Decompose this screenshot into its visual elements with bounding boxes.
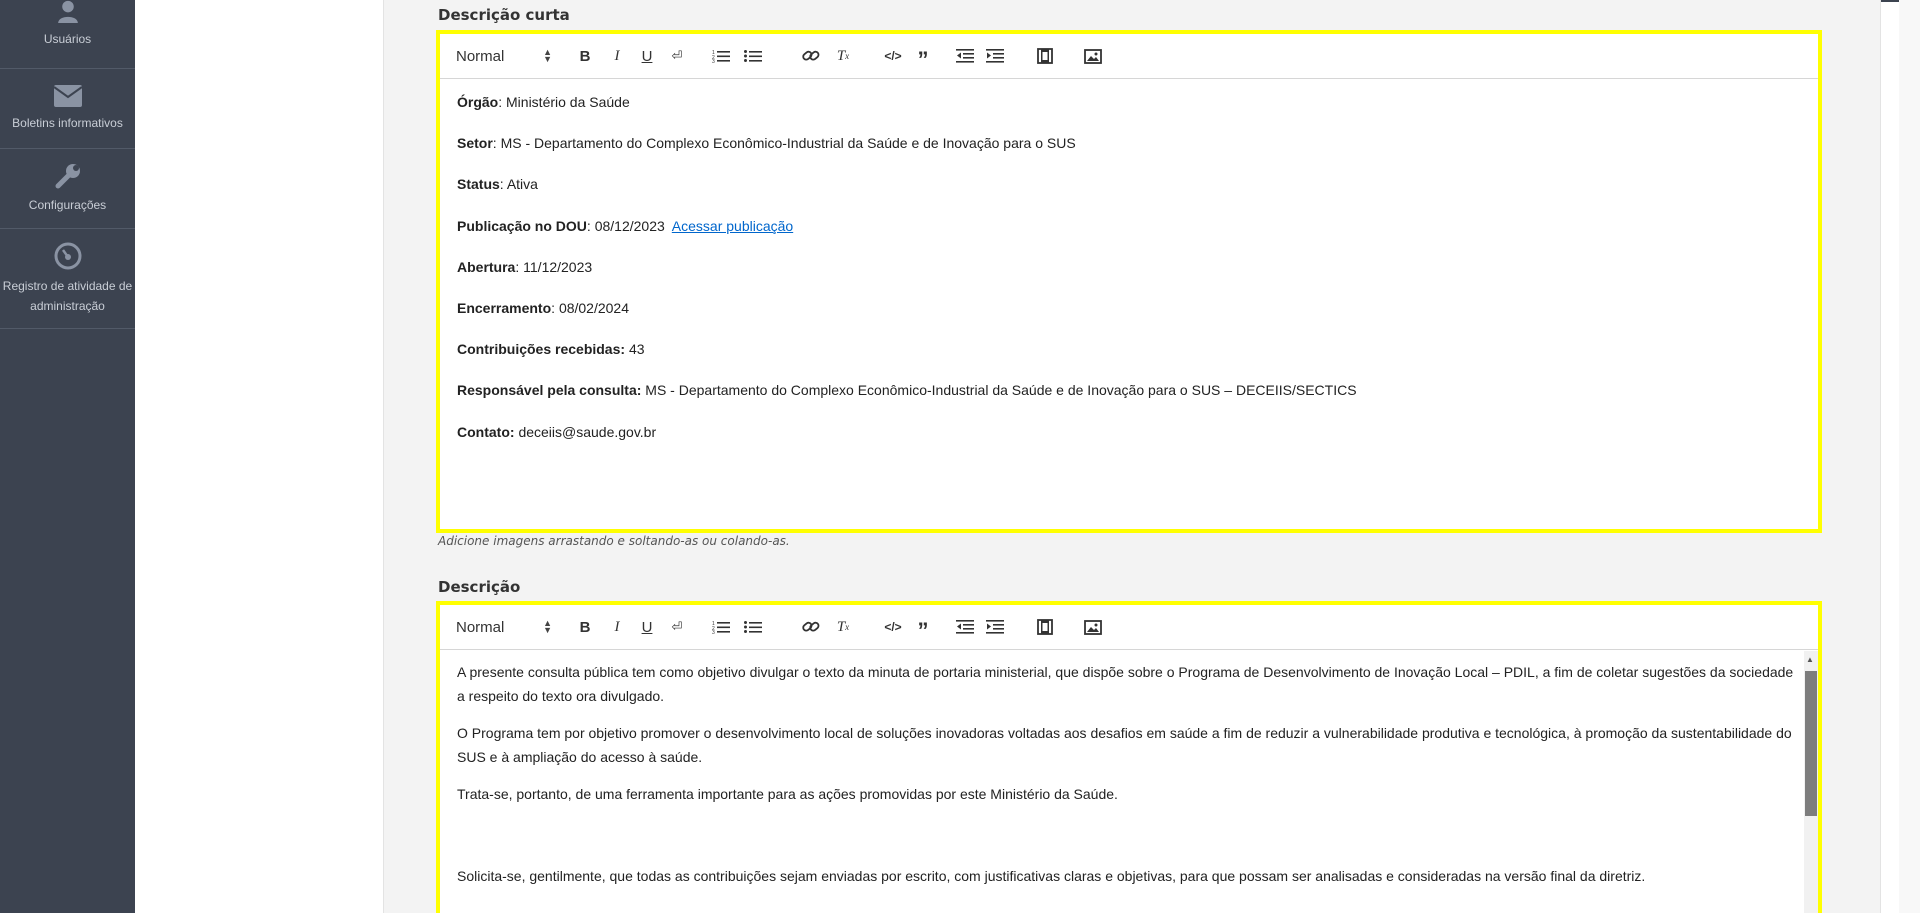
- editor-toolbar: Normal ▲ ▼ B I U ⏎ 123 Tx </> ”: [440, 605, 1818, 650]
- format-select[interactable]: Normal ▲ ▼: [456, 617, 552, 637]
- sidebar-item-users[interactable]: Usuários: [0, 0, 135, 69]
- bullet-list-icon[interactable]: [744, 46, 762, 66]
- strike-icon[interactable]: ⏎: [670, 46, 684, 66]
- left-gutter: [135, 0, 383, 913]
- code-icon[interactable]: </>: [884, 46, 902, 66]
- blockquote-icon[interactable]: ”: [914, 46, 932, 72]
- svg-text:3: 3: [712, 630, 715, 634]
- field-publicacao: Publicação no DOU: 08/12/2023 Acessar pu…: [457, 218, 794, 234]
- dashboard-icon: [54, 242, 81, 269]
- scrollbar-thumb[interactable]: [1805, 671, 1817, 816]
- sidebar-item-label: Registro de atividade de administração: [2, 278, 133, 313]
- bold-icon[interactable]: B: [578, 46, 592, 66]
- format-select-value: Normal: [456, 47, 505, 65]
- ordered-list-icon[interactable]: 123: [712, 617, 730, 637]
- field-responsavel: Responsável pela consulta: MS - Departam…: [457, 382, 1357, 398]
- clear-format-icon[interactable]: Tx: [834, 617, 852, 637]
- image-icon[interactable]: [1084, 46, 1102, 66]
- sidebar-item-label: Boletins informativos: [12, 115, 123, 130]
- image-hint: Adicione imagens arrastando e soltando-a…: [438, 534, 790, 548]
- underline-icon[interactable]: U: [640, 617, 654, 637]
- blockquote-icon[interactable]: ”: [914, 617, 932, 643]
- short-description-label: Descrição curta: [438, 6, 570, 24]
- field-encerramento: Encerramento: 08/02/2024: [457, 300, 630, 316]
- sidebar-item-label: Usuários: [43, 32, 92, 46]
- field-setor: Setor: MS - Departamento do Complexo Eco…: [457, 135, 1076, 151]
- scroll-up-icon[interactable]: ▲: [1806, 655, 1814, 664]
- short-description-editor[interactable]: Normal ▲ ▼ B I U ⏎ 123 Tx </> ” Órgão: M…: [436, 30, 1822, 533]
- indent-icon[interactable]: [986, 46, 1004, 66]
- video-icon[interactable]: [1036, 617, 1054, 637]
- bullet-list-icon[interactable]: [744, 617, 762, 637]
- admin-sidebar: Usuários Boletins informativos Configura…: [0, 0, 135, 913]
- bold-icon[interactable]: B: [578, 617, 592, 637]
- sidebar-item-activity-log[interactable]: Registro de atividade de administração: [0, 229, 135, 329]
- svg-text:3: 3: [712, 59, 715, 63]
- description-paragraph: Trata-se, portanto, de uma ferramenta im…: [457, 786, 1118, 802]
- format-select[interactable]: Normal ▲ ▼: [456, 46, 552, 66]
- underline-icon[interactable]: U: [640, 46, 654, 66]
- link-icon[interactable]: [802, 46, 820, 66]
- wrench-icon: [55, 163, 80, 188]
- link-icon[interactable]: [802, 617, 820, 637]
- editor-toolbar: Normal ▲ ▼ B I U ⏎ 123 Tx </> ”: [440, 34, 1818, 79]
- italic-icon[interactable]: I: [610, 46, 624, 66]
- italic-icon[interactable]: I: [610, 617, 624, 637]
- description-scrollbar[interactable]: ▲: [1804, 651, 1818, 913]
- description-paragraph: Solicita-se, gentilmente, que todas as c…: [457, 868, 1646, 884]
- field-abertura: Abertura: 11/12/2023: [457, 259, 593, 275]
- select-arrows-icon: ▲ ▼: [543, 47, 552, 64]
- publication-link[interactable]: Acessar publicação: [672, 218, 793, 234]
- description-paragraph: O Programa tem por objetivo promover o d…: [457, 725, 1792, 765]
- field-contribuicoes: Contribuições recebidas: 43: [457, 341, 645, 357]
- clear-format-icon[interactable]: Tx: [834, 46, 852, 66]
- user-icon: [57, 0, 78, 23]
- code-icon[interactable]: </>: [884, 617, 902, 637]
- image-icon[interactable]: [1084, 617, 1102, 637]
- field-status: Status: Ativa: [457, 176, 538, 192]
- select-arrows-icon: ▲ ▼: [543, 618, 552, 635]
- description-editor[interactable]: Normal ▲ ▼ B I U ⏎ 123 Tx </> ” A presen…: [436, 601, 1822, 913]
- description-label: Descrição: [438, 578, 521, 596]
- description-paragraph: A presente consulta pública tem como obj…: [457, 664, 1794, 704]
- field-orgao: Órgão: Ministério da Saúde: [457, 94, 630, 110]
- strike-icon[interactable]: ⏎: [670, 617, 684, 637]
- sidebar-item-label: Configurações: [28, 197, 107, 212]
- video-icon[interactable]: [1036, 46, 1054, 66]
- envelope-icon: [53, 84, 82, 107]
- indent-icon[interactable]: [986, 617, 1004, 637]
- format-select-value: Normal: [456, 618, 505, 636]
- ordered-list-icon[interactable]: 123: [712, 46, 730, 66]
- outdent-icon[interactable]: [956, 617, 974, 637]
- sidebar-item-settings[interactable]: Configurações: [0, 149, 135, 229]
- outdent-icon[interactable]: [956, 46, 974, 66]
- field-contato: Contato: deceiis@saude.gov.br: [457, 424, 657, 440]
- page-scrollbar-thumb[interactable]: [1899, 0, 1920, 913]
- sidebar-item-newsletters[interactable]: Boletins informativos: [0, 69, 135, 149]
